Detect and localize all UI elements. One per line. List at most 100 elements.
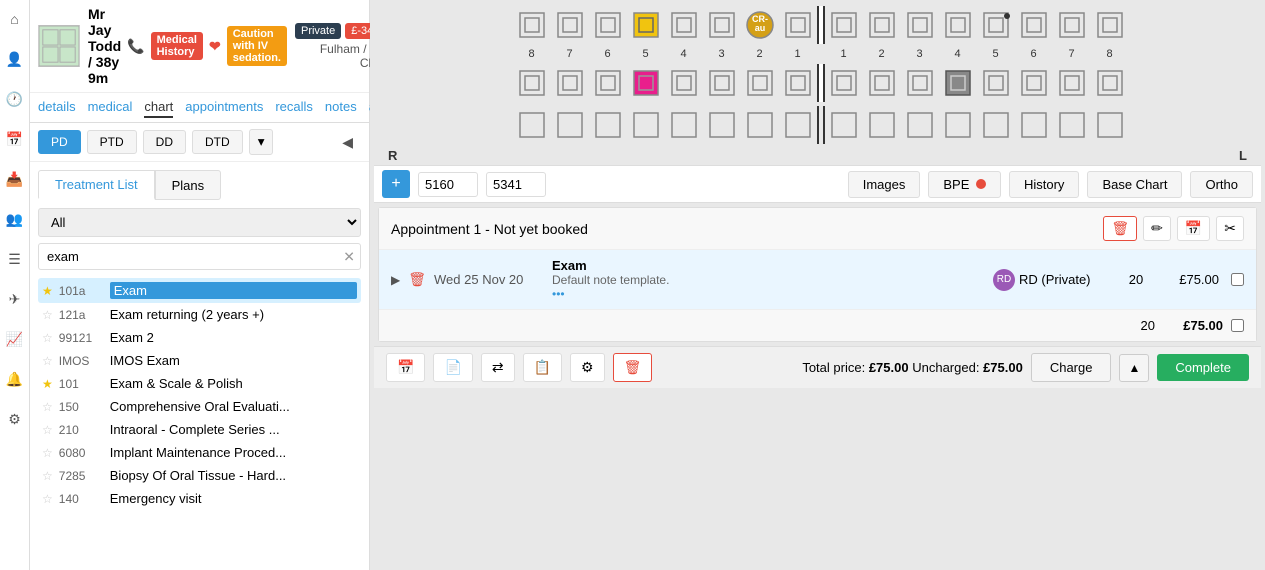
tooth-ur4[interactable]	[665, 6, 703, 44]
tab-details[interactable]: details	[38, 97, 76, 118]
scissors-appointment-button[interactable]: ✂	[1216, 216, 1244, 241]
tooth-ll4[interactable]	[939, 64, 977, 102]
footer-copy-button[interactable]: 📋	[523, 353, 562, 382]
tooth-lr3[interactable]	[703, 64, 741, 102]
expand-footer-button[interactable]: ▲	[1119, 354, 1149, 382]
tooth-ur3[interactable]	[703, 6, 741, 44]
footer-calendar-button[interactable]: 📅	[386, 353, 425, 382]
dtd-tab-button[interactable]: DTD	[192, 130, 243, 154]
treatment-filter-select[interactable]: All Active Completed Referred	[38, 208, 361, 237]
tooth-lr5[interactable]	[627, 64, 665, 102]
tooth-ul8[interactable]	[1091, 6, 1129, 44]
list-item[interactable]: ☆ 99121 Exam 2	[38, 326, 361, 349]
medical-history-badge[interactable]: Medical History	[151, 32, 203, 60]
tooth-lr1[interactable]	[779, 64, 817, 102]
sidebar-adduser-icon[interactable]: 👥	[4, 208, 26, 230]
tooth-ll7[interactable]	[1053, 64, 1091, 102]
tab-medical[interactable]: medical	[88, 97, 133, 118]
list-item[interactable]: ☆ 150 Comprehensive Oral Evaluati...	[38, 395, 361, 418]
collapse-panel-button[interactable]: ◀	[334, 130, 361, 155]
add-chart-button[interactable]: +	[382, 170, 410, 198]
tooth-lr6[interactable]	[589, 64, 627, 102]
footer-delete-button[interactable]: 🗑	[613, 353, 653, 382]
star-empty-icon: ☆	[42, 331, 53, 345]
tooth-ll1[interactable]	[825, 64, 863, 102]
treatment-list-tab[interactable]: Treatment List	[38, 170, 155, 200]
ptd-tab-button[interactable]: PTD	[87, 130, 137, 154]
chart-tab-dropdown[interactable]: ▾	[249, 129, 274, 155]
complete-button[interactable]: Complete	[1157, 354, 1249, 381]
caution-badge[interactable]: Caution with IV sedation.	[227, 26, 287, 66]
tooth-ll2[interactable]	[863, 64, 901, 102]
tooth-ll5[interactable]	[977, 64, 1015, 102]
expand-treatment-button[interactable]: ▶	[391, 273, 400, 287]
history-button[interactable]: History	[1009, 171, 1079, 198]
base-chart-button[interactable]: Base Chart	[1087, 171, 1182, 198]
dd-tab-button[interactable]: DD	[143, 130, 186, 154]
sidebar-bell-icon[interactable]: 🔔	[4, 368, 26, 390]
tooth-lr8[interactable]	[513, 64, 551, 102]
list-item[interactable]: ☆ 7285 Biopsy Of Oral Tissue - Hard...	[38, 464, 361, 487]
footer-settings-button[interactable]: ⚙	[570, 353, 605, 382]
treatment-more-button[interactable]: •••	[552, 287, 985, 301]
list-item[interactable]: ☆ 121a Exam returning (2 years +)	[38, 303, 361, 326]
tooth-lr2[interactable]	[741, 64, 779, 102]
tooth-ur7[interactable]	[551, 6, 589, 44]
tooth-lr4[interactable]	[665, 64, 703, 102]
footer-document-button[interactable]: 📄	[433, 353, 472, 382]
chart-code-input-2[interactable]	[486, 172, 546, 197]
tooth-ur8[interactable]	[513, 6, 551, 44]
list-item[interactable]: ★ 101a Exam	[38, 278, 361, 303]
list-item[interactable]: ☆ 6080 Implant Maintenance Proced...	[38, 441, 361, 464]
list-item[interactable]: ☆ 140 Emergency visit	[38, 487, 361, 510]
gum-lr3	[703, 106, 741, 144]
tooth-ul3[interactable]	[901, 6, 939, 44]
tab-notes[interactable]: notes	[325, 97, 357, 118]
tooth-ur6[interactable]	[589, 6, 627, 44]
tooth-ur5[interactable]	[627, 6, 665, 44]
tab-chart[interactable]: chart	[144, 97, 173, 118]
delete-appointment-button[interactable]: 🗑	[1103, 216, 1137, 241]
sidebar-clock-icon[interactable]: 🕐	[4, 88, 26, 110]
sidebar-inbox-icon[interactable]: 📥	[4, 168, 26, 190]
tooth-ul7[interactable]	[1053, 6, 1091, 44]
sidebar-send-icon[interactable]: ✈	[4, 288, 26, 310]
tooth-ll8[interactable]	[1091, 64, 1129, 102]
list-item[interactable]: ★ 101 Exam & Scale & Polish	[38, 372, 361, 395]
tab-recalls[interactable]: recalls	[275, 97, 313, 118]
sidebar-home-icon[interactable]: ⌂	[4, 8, 26, 30]
delete-treatment-button[interactable]: 🗑	[408, 271, 426, 288]
ortho-button[interactable]: Ortho	[1190, 171, 1253, 198]
edit-appointment-button[interactable]: ✏	[1143, 216, 1171, 241]
charge-button[interactable]: Charge	[1031, 353, 1112, 382]
sidebar-list-icon[interactable]: ☰	[4, 248, 26, 270]
tooth-ur1[interactable]	[779, 6, 817, 44]
tooth-ul6[interactable]	[1015, 6, 1053, 44]
tooth-ul2[interactable]	[863, 6, 901, 44]
tooth-ll3[interactable]	[901, 64, 939, 102]
bpe-button[interactable]: BPE	[928, 171, 1001, 198]
plans-tab[interactable]: Plans	[155, 170, 222, 200]
treatment-checkbox[interactable]	[1231, 273, 1244, 286]
list-item[interactable]: ☆ 210 Intraoral - Complete Series ...	[38, 418, 361, 441]
chart-code-input-1[interactable]	[418, 172, 478, 197]
search-clear-button[interactable]: ✕	[343, 248, 355, 265]
sidebar-chart-icon[interactable]: 📈	[4, 328, 26, 350]
tab-appointments[interactable]: appointments	[185, 97, 263, 118]
tooth-ul4[interactable]	[939, 6, 977, 44]
sidebar-gear-icon[interactable]: ⚙	[4, 408, 26, 430]
treatment-search-input[interactable]	[38, 243, 361, 270]
tooth-ll6[interactable]	[1015, 64, 1053, 102]
images-button[interactable]: Images	[848, 171, 921, 198]
calendar-appointment-button[interactable]: 📅	[1177, 216, 1210, 241]
sidebar-patients-icon[interactable]: 👤	[4, 48, 26, 70]
tooth-ul1[interactable]	[825, 6, 863, 44]
totals-checkbox[interactable]	[1231, 319, 1244, 332]
tooth-ur2[interactable]: CR- au	[741, 6, 779, 44]
tooth-lr7[interactable]	[551, 64, 589, 102]
sidebar-calendar-icon[interactable]: 📅	[4, 128, 26, 150]
pd-tab-button[interactable]: PD	[38, 130, 81, 154]
list-item[interactable]: ☆ IMOS IMOS Exam	[38, 349, 361, 372]
tooth-ul5[interactable]	[977, 6, 1015, 44]
footer-transfer-button[interactable]: ⇄	[481, 353, 515, 382]
